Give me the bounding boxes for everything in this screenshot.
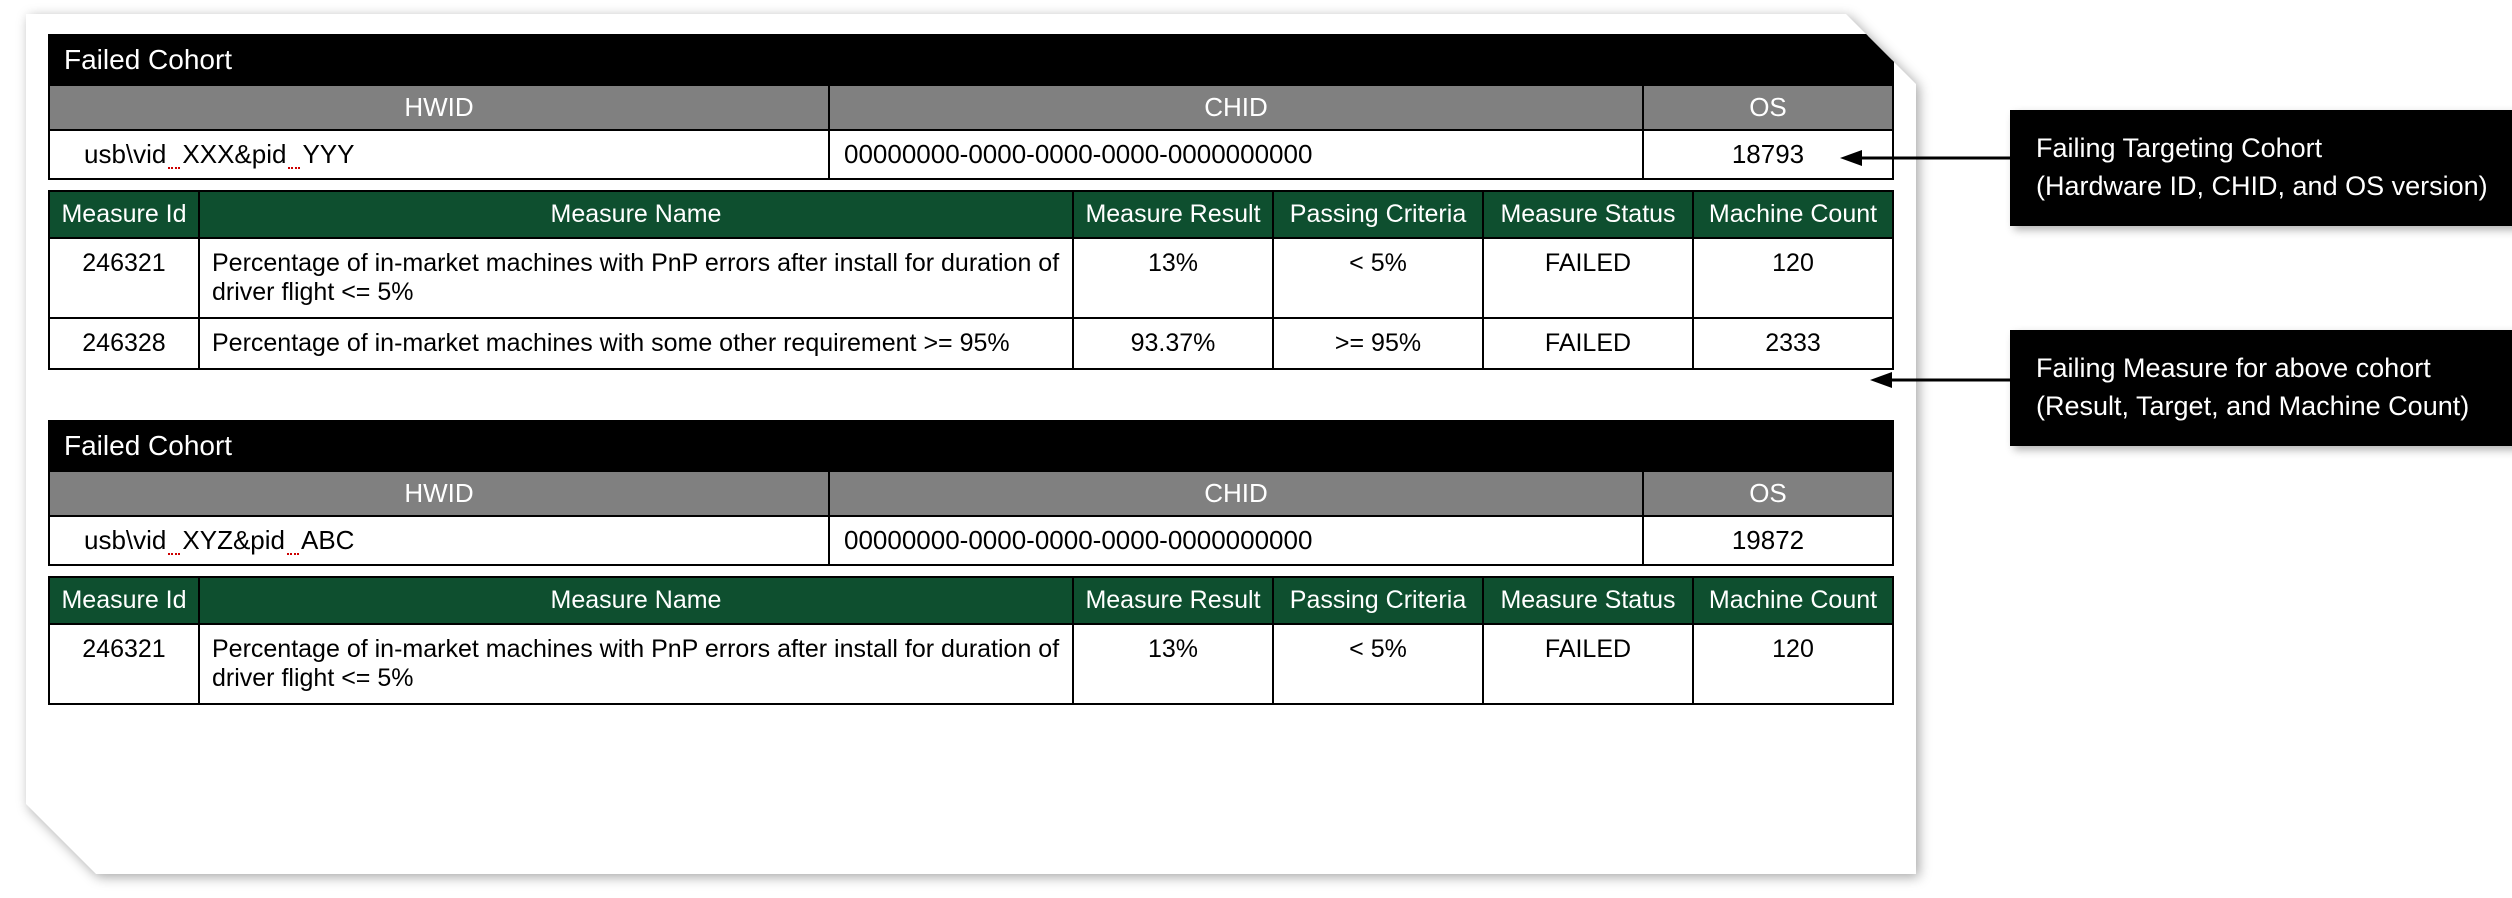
- arrow-connector: [1870, 370, 2020, 390]
- mcell-crit: < 5%: [1273, 238, 1483, 318]
- cell-hwid: usb\vid XXX&pid YYY: [49, 130, 829, 179]
- cohort-row: usb\vid XYZ&pid ABC 00000000-0000-0000-000…: [49, 516, 1893, 565]
- mcol-count: Machine Count: [1693, 577, 1893, 624]
- measure-row: 246321 Percentage of in-market machines …: [49, 238, 1893, 318]
- measure-table: Measure Id Measure Name Measure Result P…: [48, 576, 1894, 705]
- measure-row: 246321 Percentage of in-market machines …: [49, 624, 1893, 704]
- col-header-os: OS: [1643, 471, 1893, 516]
- measure-row: 246328 Percentage of in-market machines …: [49, 318, 1893, 369]
- mcol-crit: Passing Criteria: [1273, 191, 1483, 238]
- hwid-blank: [168, 527, 180, 555]
- hwid-blank: [287, 527, 299, 555]
- mcell-result: 93.37%: [1073, 318, 1273, 369]
- mcol-id: Measure Id: [49, 191, 199, 238]
- report-panel: Failed Cohort HWID CHID OS usb\vid XXX&pi…: [26, 14, 1916, 874]
- cohort-header-table: HWID CHID OS usb\vid XXX&pid YYY 00000000-…: [48, 84, 1894, 180]
- mcol-count: Machine Count: [1693, 191, 1893, 238]
- mcell-status: FAILED: [1483, 318, 1693, 369]
- mcell-name: Percentage of in-market machines with so…: [199, 318, 1073, 369]
- mcell-id: 246328: [49, 318, 199, 369]
- mcell-count: 120: [1693, 624, 1893, 704]
- mcell-name: Percentage of in-market machines with Pn…: [199, 238, 1073, 318]
- col-header-chid: CHID: [829, 471, 1643, 516]
- hwid-part: XXX&pid: [182, 139, 286, 169]
- cell-hwid: usb\vid XYZ&pid ABC: [49, 516, 829, 565]
- mcol-status: Measure Status: [1483, 191, 1693, 238]
- mcol-status: Measure Status: [1483, 577, 1693, 624]
- col-header-hwid: HWID: [49, 85, 829, 130]
- hwid-part: YYY: [302, 139, 354, 169]
- mcell-count: 120: [1693, 238, 1893, 318]
- hwid-part: usb\vid: [84, 139, 166, 169]
- cohort-header-table: HWID CHID OS usb\vid XYZ&pid ABC 00000000-…: [48, 470, 1894, 566]
- hwid-part: usb\vid: [84, 525, 166, 555]
- col-header-os: OS: [1643, 85, 1893, 130]
- mcol-result: Measure Result: [1073, 191, 1273, 238]
- cohort-row: usb\vid XXX&pid YYY 00000000-0000-0000-000…: [49, 130, 1893, 179]
- arrow-connector: [1840, 148, 2020, 168]
- failed-cohort-block: Failed Cohort HWID CHID OS usb\vid XXX&pi…: [48, 34, 1894, 370]
- hwid-blank: [288, 141, 300, 169]
- mcell-count: 2333: [1693, 318, 1893, 369]
- callout-targeting-cohort: Failing Targeting Cohort (Hardware ID, C…: [2010, 110, 2512, 226]
- mcol-result: Measure Result: [1073, 577, 1273, 624]
- callout-line: Failing Measure for above cohort: [2036, 350, 2506, 388]
- mcell-name: Percentage of in-market machines with Pn…: [199, 624, 1073, 704]
- callout-line: (Hardware ID, CHID, and OS version): [2036, 168, 2506, 206]
- callout-line: Failing Targeting Cohort: [2036, 130, 2506, 168]
- callout-failing-measure: Failing Measure for above cohort (Result…: [2010, 330, 2512, 446]
- col-header-hwid: HWID: [49, 471, 829, 516]
- callout-line: (Result, Target, and Machine Count): [2036, 388, 2506, 426]
- mcell-id: 246321: [49, 624, 199, 704]
- hwid-blank: [168, 141, 180, 169]
- measure-table: Measure Id Measure Name Measure Result P…: [48, 190, 1894, 370]
- cell-os: 19872: [1643, 516, 1893, 565]
- mcell-id: 246321: [49, 238, 199, 318]
- cohort-title: Failed Cohort: [48, 34, 1894, 84]
- failed-cohort-block: Failed Cohort HWID CHID OS usb\vid XYZ&pi…: [48, 420, 1894, 705]
- mcell-status: FAILED: [1483, 238, 1693, 318]
- cohort-title: Failed Cohort: [48, 420, 1894, 470]
- hwid-part: ABC: [301, 525, 354, 555]
- mcol-name: Measure Name: [199, 191, 1073, 238]
- cell-chid: 00000000-0000-0000-0000-0000000000: [829, 516, 1643, 565]
- mcol-crit: Passing Criteria: [1273, 577, 1483, 624]
- mcell-status: FAILED: [1483, 624, 1693, 704]
- mcell-crit: < 5%: [1273, 624, 1483, 704]
- cell-chid: 00000000-0000-0000-0000-0000000000: [829, 130, 1643, 179]
- mcol-name: Measure Name: [199, 577, 1073, 624]
- mcell-result: 13%: [1073, 238, 1273, 318]
- mcol-id: Measure Id: [49, 577, 199, 624]
- mcell-crit: >= 95%: [1273, 318, 1483, 369]
- col-header-chid: CHID: [829, 85, 1643, 130]
- hwid-part: XYZ&pid: [182, 525, 285, 555]
- mcell-result: 13%: [1073, 624, 1273, 704]
